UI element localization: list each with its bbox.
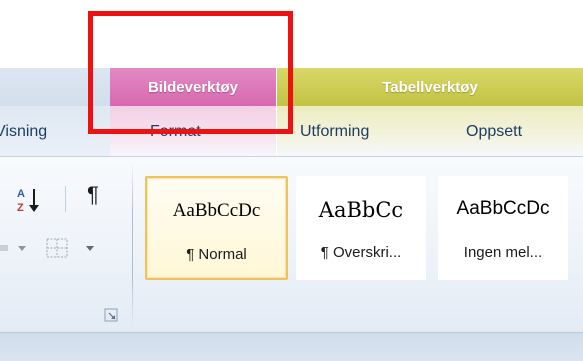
group-divider xyxy=(132,162,133,328)
borders-button[interactable] xyxy=(46,236,104,260)
shading-icon xyxy=(0,245,26,251)
sort-button[interactable]: A Z xyxy=(14,184,48,216)
tab-visning[interactable]: Visning xyxy=(0,120,47,144)
borders-icon xyxy=(46,238,94,258)
style-sample: AaBbCcDc xyxy=(456,198,550,219)
contextual-group-label: Tabellverktøy xyxy=(382,78,478,96)
svg-text:Z: Z xyxy=(17,202,24,214)
contextual-group-tabellverktoy: Tabellverktøy xyxy=(277,68,583,106)
style-sample: AaBbCc xyxy=(318,198,404,222)
ribbon-bottom-strip xyxy=(0,332,583,361)
style-caption: ¶ Normal xyxy=(186,246,247,263)
show-formatting-marks-button[interactable]: ¶ xyxy=(87,182,113,214)
style-sample: AaBbCcDc xyxy=(172,200,261,221)
style-normal[interactable]: AaBbCcDc ¶ Normal xyxy=(145,176,288,280)
pilcrow-icon: ¶ xyxy=(87,182,99,207)
style-caption: ¶ Overskri... xyxy=(320,244,402,261)
sort-az-icon: A Z xyxy=(17,188,39,214)
style-no-spacing[interactable]: AaBbCcDc Ingen mel... xyxy=(438,176,568,280)
button-separator xyxy=(65,186,66,212)
shading-button[interactable] xyxy=(0,236,30,260)
highlight-rectangle xyxy=(88,11,293,134)
style-heading[interactable]: AaBbCc ¶ Overskri... xyxy=(296,176,426,280)
dialog-launcher-icon xyxy=(104,308,118,322)
svg-text:A: A xyxy=(17,188,25,200)
style-caption: Ingen mel... xyxy=(463,244,543,261)
tab-oppsett[interactable]: Oppsett xyxy=(466,120,522,144)
tab-utforming[interactable]: Utforming xyxy=(300,120,369,144)
paragraph-dialog-launcher[interactable] xyxy=(104,308,118,322)
